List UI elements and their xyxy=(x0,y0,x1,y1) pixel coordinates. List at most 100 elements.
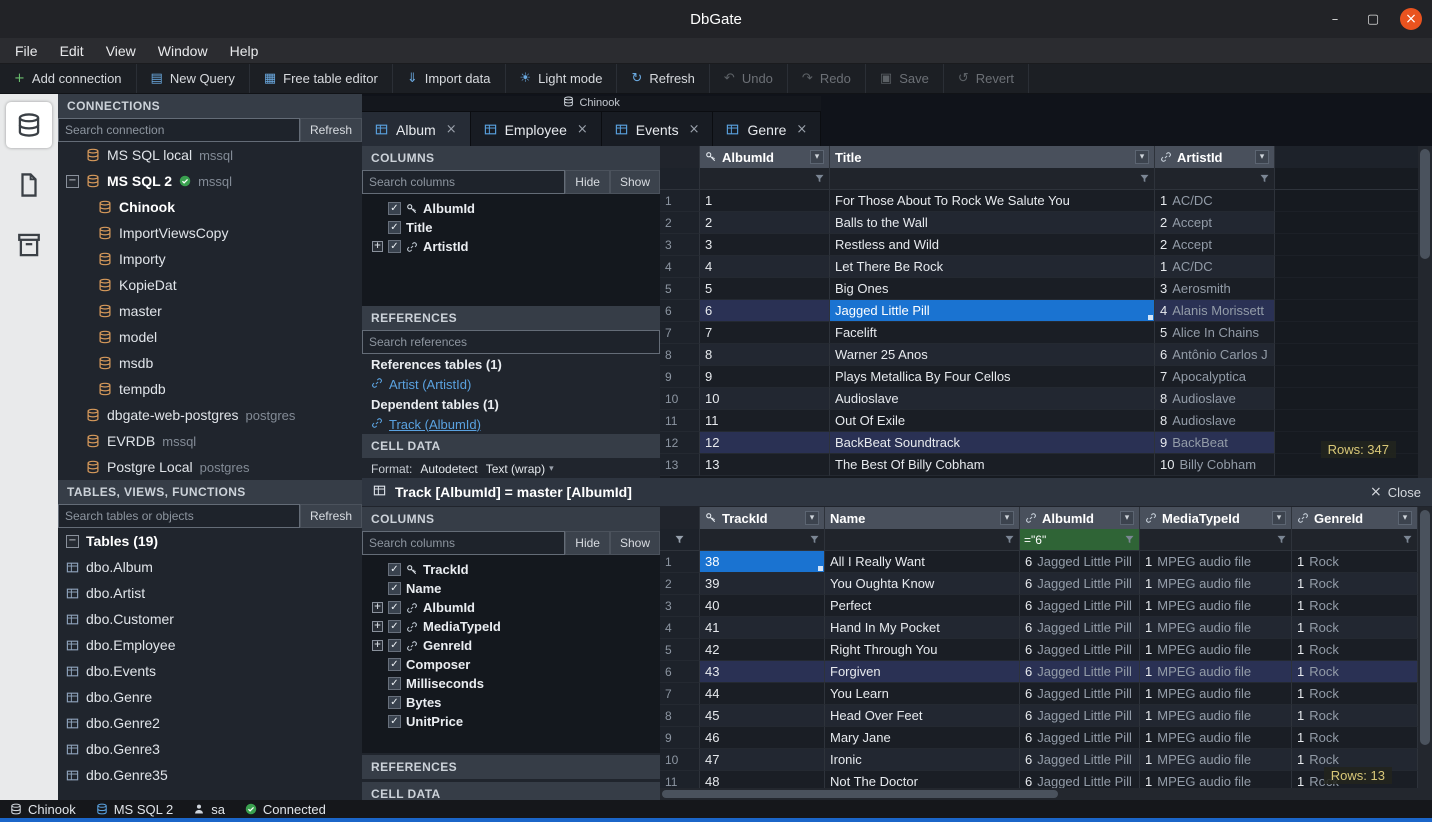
cell-trackid[interactable]: 42 xyxy=(700,639,825,661)
connection-search-input[interactable] xyxy=(58,118,300,142)
toolbar-new-query-button[interactable]: ▤New Query xyxy=(137,64,250,93)
cell-mediatypeid[interactable]: 1MPEG audio file xyxy=(1140,595,1292,617)
cell-albumid[interactable]: 8 xyxy=(700,344,830,366)
column-header-title[interactable]: Title▾ xyxy=(830,146,1155,168)
cell-albumid[interactable]: 13 xyxy=(700,454,830,476)
cell-artistid[interactable]: 1AC/DC xyxy=(1155,190,1275,212)
cell-genreid[interactable]: 1Rock xyxy=(1292,705,1418,727)
cell-mediatypeid[interactable]: 1MPEG audio file xyxy=(1140,639,1292,661)
menu-item-help[interactable]: Help xyxy=(219,38,270,63)
database-item-model[interactable]: model xyxy=(58,324,362,350)
close-icon[interactable]: × xyxy=(796,122,807,137)
connections-refresh-button[interactable]: Refresh xyxy=(300,118,362,142)
column-header-genreid[interactable]: GenreId▾ xyxy=(1292,507,1418,529)
cell-trackid[interactable]: 47 xyxy=(700,749,825,771)
cell-mediatypeid[interactable]: 1MPEG audio file xyxy=(1140,705,1292,727)
wrap-select[interactable]: Text (wrap)▾ xyxy=(486,462,554,476)
cell-albumid[interactable]: 6Jagged Little Pill xyxy=(1020,573,1140,595)
checkbox[interactable]: ✓ xyxy=(388,563,401,576)
table-row[interactable]: 1313The Best Of Billy Cobham10Billy Cobh… xyxy=(660,454,1418,476)
cell-albumid[interactable]: 6Jagged Little Pill xyxy=(1020,727,1140,749)
cell-albumid[interactable]: 10 xyxy=(700,388,830,410)
table-row[interactable]: 744You Learn6Jagged Little Pill1MPEG aud… xyxy=(660,683,1418,705)
checkbox[interactable]: ✓ xyxy=(388,715,401,728)
table-row[interactable]: 845Head Over Feet6Jagged Little Pill1MPE… xyxy=(660,705,1418,727)
connection-item-postgre-local[interactable]: Postgre Localpostgres xyxy=(58,454,362,480)
cell-artistid[interactable]: 2Accept xyxy=(1155,212,1275,234)
cell-albumid[interactable]: 6Jagged Little Pill xyxy=(1020,639,1140,661)
cell-title[interactable]: BackBeat Soundtrack xyxy=(830,432,1155,454)
cell-artistid[interactable]: 1AC/DC xyxy=(1155,256,1275,278)
toolbar-import-data-button[interactable]: ⇓Import data xyxy=(393,64,506,93)
cell-title[interactable]: Let There Be Rock xyxy=(830,256,1155,278)
filter-funnel-icon[interactable] xyxy=(1402,534,1413,545)
expand-icon[interactable]: + xyxy=(372,621,383,632)
checkbox[interactable]: ✓ xyxy=(388,620,401,633)
checkbox[interactable]: ✓ xyxy=(388,221,401,234)
collapse-icon[interactable]: − xyxy=(66,535,79,548)
table-row[interactable]: 99Plays Metallica By Four Cellos7Apocaly… xyxy=(660,366,1418,388)
cell-name[interactable]: Ironic xyxy=(825,749,1020,771)
statusbar-sa[interactable]: sa xyxy=(193,802,225,817)
maximize-button[interactable]: ▢ xyxy=(1362,8,1384,30)
cell-artistid[interactable]: 3Aerosmith xyxy=(1155,278,1275,300)
cell-title[interactable]: Plays Metallica By Four Cellos xyxy=(830,366,1155,388)
menu-item-edit[interactable]: Edit xyxy=(49,38,95,63)
checkbox[interactable]: ✓ xyxy=(388,202,401,215)
cell-title[interactable]: Facelift xyxy=(830,322,1155,344)
hide-button[interactable]: Hide xyxy=(565,170,610,194)
cell-trackid[interactable]: 39 xyxy=(700,573,825,595)
tables-refresh-button[interactable]: Refresh xyxy=(300,504,362,528)
checkbox[interactable]: ✓ xyxy=(388,240,401,253)
cell-mediatypeid[interactable]: 1MPEG audio file xyxy=(1140,551,1292,573)
tab-events[interactable]: Events× xyxy=(602,112,714,148)
cell-trackid[interactable]: 40 xyxy=(700,595,825,617)
cell-mediatypeid[interactable]: 1MPEG audio file xyxy=(1140,749,1292,771)
expand-icon[interactable]: + xyxy=(372,241,383,252)
cell-genreid[interactable]: 1Rock xyxy=(1292,661,1418,683)
horizontal-scrollbar[interactable] xyxy=(660,788,1418,800)
track-column-unitprice[interactable]: ✓UnitPrice xyxy=(362,712,660,731)
cell-name[interactable]: You Oughta Know xyxy=(825,573,1020,595)
table-item-dbo-genre2[interactable]: dbo.Genre2 xyxy=(58,710,362,736)
table-row[interactable]: 643Forgiven6Jagged Little Pill1MPEG audi… xyxy=(660,661,1418,683)
cell-albumid[interactable]: 4 xyxy=(700,256,830,278)
cell-genreid[interactable]: 1Rock xyxy=(1292,595,1418,617)
cell-name[interactable]: Forgiven xyxy=(825,661,1020,683)
filter-funnel-icon[interactable] xyxy=(1004,534,1015,545)
table-item-dbo-album[interactable]: dbo.Album xyxy=(58,554,362,580)
cell-name[interactable]: Right Through You xyxy=(825,639,1020,661)
table-row[interactable]: 340Perfect6Jagged Little Pill1MPEG audio… xyxy=(660,595,1418,617)
connection-item-evrdb[interactable]: EVRDBmssql xyxy=(58,428,362,454)
cell-genreid[interactable]: 1Rock xyxy=(1292,551,1418,573)
checkbox[interactable]: ✓ xyxy=(388,696,401,709)
cell-title[interactable]: Big Ones xyxy=(830,278,1155,300)
cell-albumid[interactable]: 3 xyxy=(700,234,830,256)
cell-name[interactable]: Mary Jane xyxy=(825,727,1020,749)
table-row[interactable]: 441Hand In My Pocket6Jagged Little Pill1… xyxy=(660,617,1418,639)
hide-button[interactable]: Hide xyxy=(565,531,610,555)
cell-artistid[interactable]: 5Alice In Chains xyxy=(1155,322,1275,344)
track-column-genreid[interactable]: +✓GenreId xyxy=(362,636,660,655)
track-column-albumid[interactable]: +✓AlbumId xyxy=(362,598,660,617)
activity-database-icon[interactable] xyxy=(6,102,52,148)
chevron-down-icon[interactable]: ▾ xyxy=(1120,511,1134,525)
filter-input-genreid[interactable] xyxy=(1292,529,1418,550)
cell-artistid[interactable]: 6Antônio Carlos J xyxy=(1155,344,1275,366)
table-row[interactable]: 542Right Through You6Jagged Little Pill1… xyxy=(660,639,1418,661)
cell-albumid[interactable]: 1 xyxy=(700,190,830,212)
toolbar-light-mode-button[interactable]: ☀Light mode xyxy=(506,64,618,93)
track-column-bytes[interactable]: ✓Bytes xyxy=(362,693,660,712)
toolbar-add-connection-button[interactable]: +Add connection xyxy=(0,64,137,93)
table-item-dbo-genre3[interactable]: dbo.Genre3 xyxy=(58,736,362,762)
connection-item-ms-sql-2[interactable]: −MS SQL 2mssql xyxy=(58,168,362,194)
table-row[interactable]: 138All I Really Want6Jagged Little Pill1… xyxy=(660,551,1418,573)
filter-input-title[interactable] xyxy=(830,168,1155,189)
cell-name[interactable]: You Learn xyxy=(825,683,1020,705)
activity-archive-icon[interactable] xyxy=(6,222,52,268)
show-button[interactable]: Show xyxy=(610,170,660,194)
checkbox[interactable]: ✓ xyxy=(388,677,401,690)
tables-search-input[interactable] xyxy=(58,504,300,528)
columns-search-input[interactable] xyxy=(362,531,565,555)
track-column-name[interactable]: ✓Name xyxy=(362,579,660,598)
